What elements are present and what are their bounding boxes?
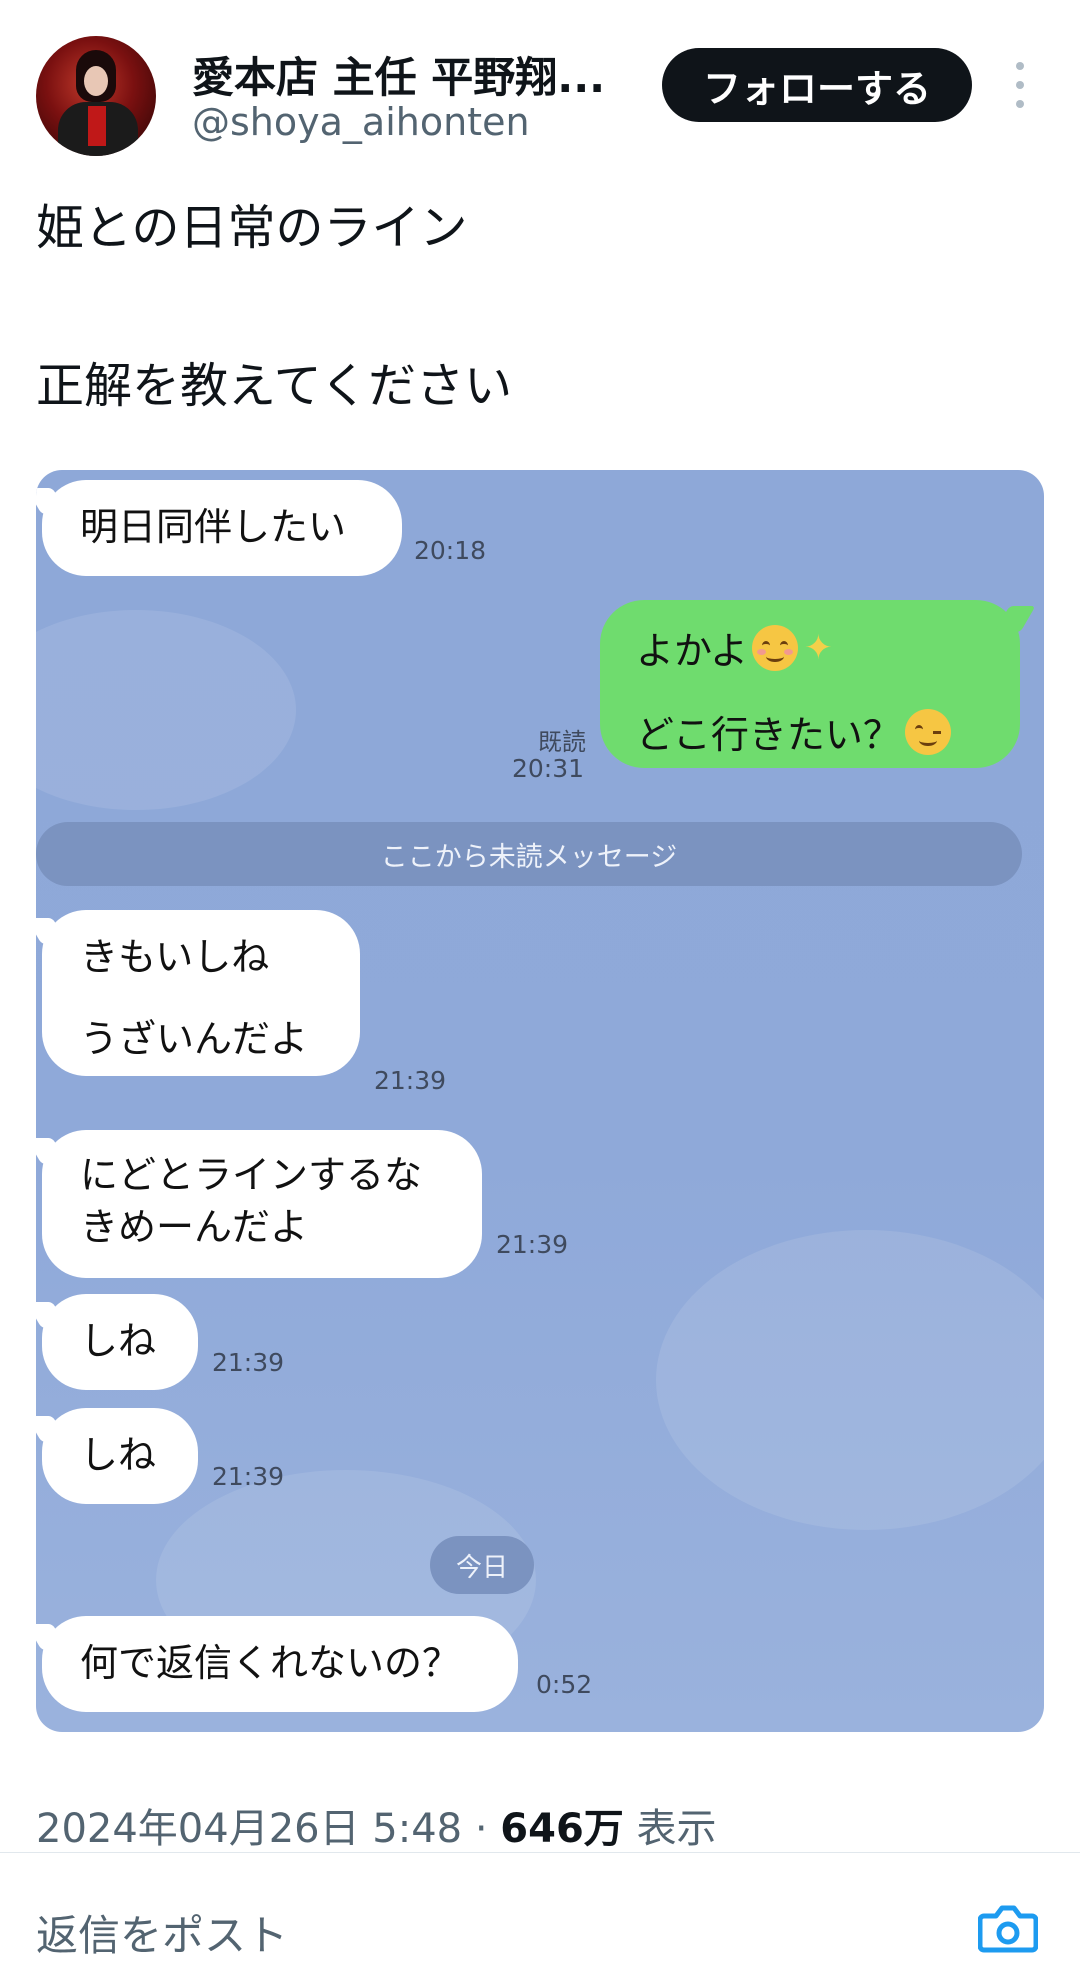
read-receipt: 既読 [538, 728, 586, 756]
view-label: 表示 [623, 1806, 717, 1852]
post-metadata: 2024年04月26日 5:48 · 646万 表示 [36, 1796, 717, 1854]
unread-divider: ここから未読メッセージ [36, 822, 1022, 886]
chat-bubble-left: 何で返信くれないの？ [42, 1616, 518, 1712]
message-text: うざいんだよ [80, 1017, 309, 1061]
post-date[interactable]: 2024年04月26日 5:48 · [36, 1806, 500, 1852]
message-time: 20:31 [512, 754, 585, 783]
divider [0, 1852, 1080, 1853]
message-text: しね [80, 1319, 157, 1364]
message-time: 21:39 [374, 1066, 447, 1095]
message-time: 21:39 [212, 1348, 285, 1377]
tweet-text-line: 姫との日常のライン [36, 200, 468, 256]
more-options-icon[interactable] [1010, 62, 1030, 108]
winking-face-icon [904, 708, 951, 755]
chat-bubble-left: しね [42, 1408, 198, 1504]
message-text: 何で返信くれないの？ [80, 1641, 461, 1686]
user-handle[interactable]: @shoya_aihonten [192, 100, 530, 144]
message-text: にどとラインするな [80, 1153, 423, 1197]
chat-bubble-left: きもいしね うざいんだよ [42, 910, 360, 1076]
camera-icon[interactable] [977, 1904, 1039, 1954]
display-name[interactable]: 愛本店 主任 平野翔... [192, 44, 612, 105]
message-text: しね [80, 1433, 157, 1478]
message-text: きめーんだよ [80, 1205, 309, 1249]
view-count: 646万 [500, 1806, 624, 1852]
message-time: 20:18 [414, 536, 487, 565]
follow-button[interactable]: フォローする [662, 48, 972, 122]
message-text: 明日同伴したい [80, 505, 347, 550]
tweet-text-line: 正解を教えてください [36, 358, 513, 414]
message-time: 21:39 [496, 1230, 569, 1259]
sparkles-icon: ✦ [804, 627, 833, 668]
smiling-face-icon [752, 624, 799, 671]
chat-bubble-left: しね [42, 1294, 198, 1390]
chat-screenshot[interactable]: 明日同伴したい 20:18 よかよ ✦ どこ行きたい？ 既読 20:31 ここか… [36, 470, 1044, 1732]
reply-input[interactable]: 返信をポスト [36, 1902, 288, 1963]
chat-bubble-left: にどとラインするな きめーんだよ [42, 1130, 482, 1278]
message-text: よかよ [636, 629, 749, 673]
date-separator: 今日 [430, 1536, 534, 1594]
chat-bubble-left: 明日同伴したい [42, 480, 402, 576]
message-time: 21:39 [212, 1462, 285, 1491]
avatar[interactable] [36, 36, 156, 156]
message-text: どこ行きたい？ [636, 713, 901, 757]
message-time: 0:52 [536, 1670, 593, 1699]
message-text: きもいしね [80, 935, 270, 979]
chat-bubble-right: よかよ ✦ どこ行きたい？ [600, 600, 1020, 768]
